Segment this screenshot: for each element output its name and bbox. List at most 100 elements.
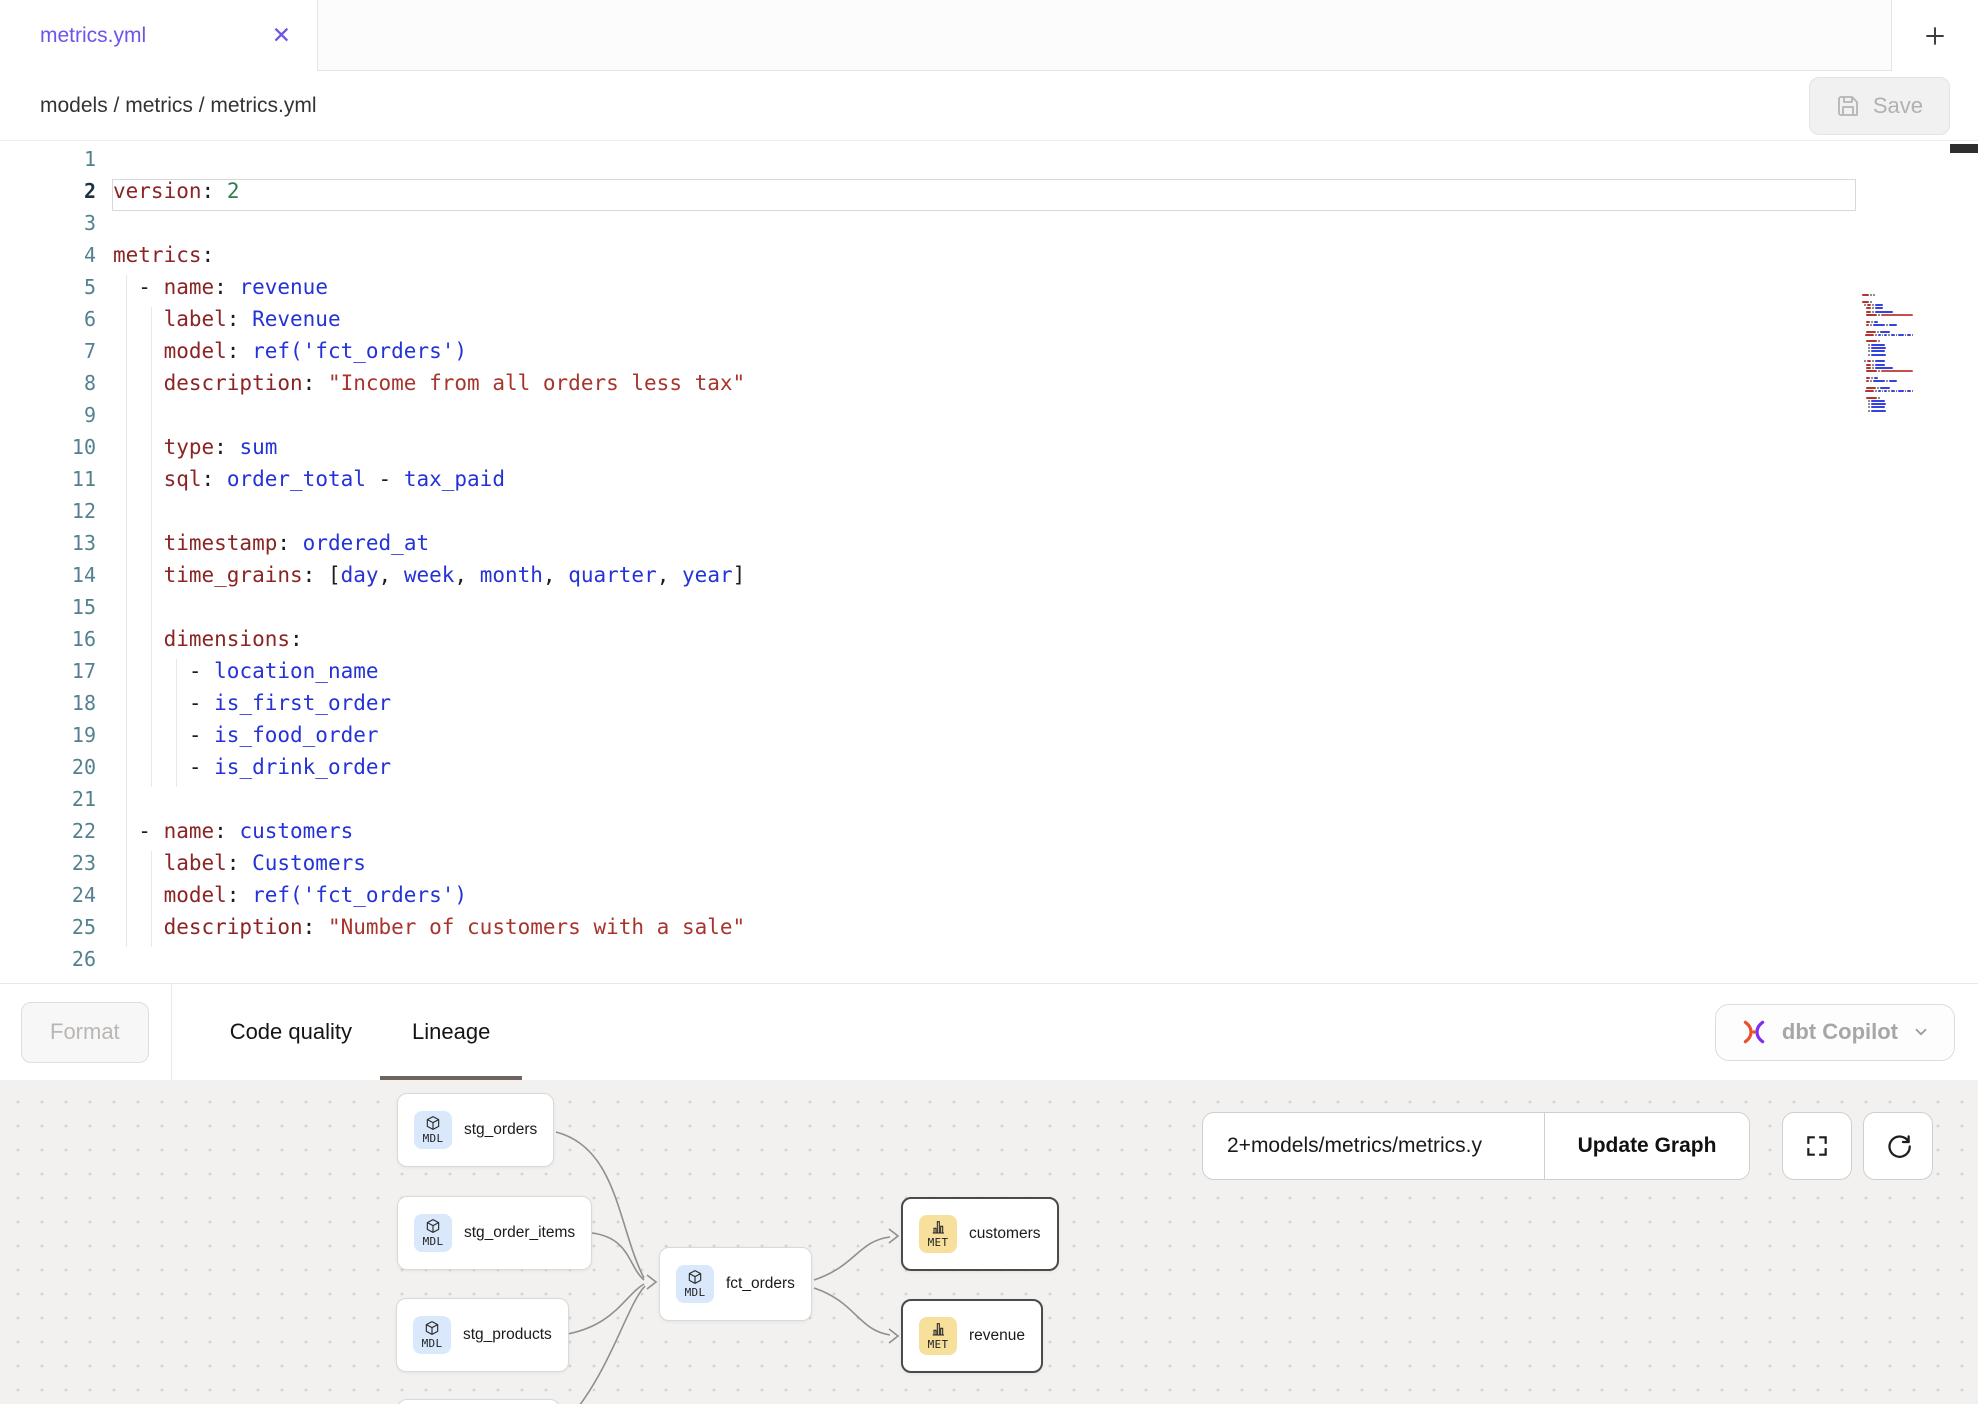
code-text: description: "Number of customers with a… [113, 915, 745, 939]
lineage-node-stg_orders[interactable]: MDLstg_orders [397, 1093, 554, 1167]
code-line[interactable]: dimensions: [112, 627, 1856, 659]
code-line[interactable] [112, 947, 1856, 979]
lineage-controls: Update Graph [1202, 1112, 1750, 1180]
dbt-copilot-button[interactable]: dbt Copilot [1715, 1004, 1955, 1061]
bottom-toolbar: Format Code quality Lineage dbt Copilot [0, 983, 1978, 1080]
lineage-node-customers[interactable]: METcustomers [901, 1197, 1059, 1271]
file-header-row: models / metrics / metrics.yml Save [0, 71, 1978, 141]
code-line[interactable] [112, 403, 1856, 435]
code-line[interactable]: model: ref('fct_orders') [112, 883, 1856, 915]
lineage-node-stg_products[interactable]: MDLstg_products [396, 1298, 569, 1372]
line-number: 11 [0, 467, 96, 499]
code-line[interactable]: version: 2 [112, 179, 1856, 211]
minimap-row [1862, 406, 1914, 408]
indent-guide [126, 691, 127, 723]
line-number: 5 [0, 275, 96, 307]
bar-chart-icon [930, 1321, 946, 1337]
lineage-node-fct_orders[interactable]: MDL fct_orders [659, 1247, 812, 1321]
line-number: 12 [0, 499, 96, 531]
indent-guide [126, 755, 127, 787]
indent-guide [126, 563, 127, 595]
code-text: version: 2 [113, 179, 239, 203]
indent-guide [176, 659, 177, 691]
tab-code-quality[interactable]: Code quality [230, 984, 352, 1080]
bar-chart-icon [930, 1219, 946, 1235]
badge-label: MDL [422, 1337, 443, 1350]
tab-metrics-yml[interactable]: metrics.yml ✕ [0, 0, 318, 71]
metric-badge: MET [919, 1215, 957, 1253]
code-line[interactable]: - is_food_order [112, 723, 1856, 755]
code-line[interactable] [112, 595, 1856, 627]
code-text: - location_name [113, 659, 379, 683]
code-text: model: ref('fct_orders') [113, 883, 467, 907]
minimap-row [1862, 307, 1914, 309]
save-button[interactable]: Save [1809, 77, 1950, 135]
indent-guide [176, 755, 177, 787]
code-line[interactable]: - is_drink_order [112, 755, 1856, 787]
code-line[interactable] [112, 787, 1856, 819]
code-line[interactable]: description: "Number of customers with a… [112, 915, 1856, 947]
code-lines[interactable]: version: 2 metrics: - name: revenue label… [112, 147, 1856, 979]
format-button[interactable]: Format [21, 1002, 149, 1063]
cube-icon [425, 1218, 441, 1234]
node-label: revenue [969, 1327, 1025, 1345]
indent-guide [126, 435, 127, 467]
minimap[interactable] [1862, 291, 1914, 413]
tab-strip-empty [318, 0, 1891, 71]
code-line[interactable]: time_grains: [day, week, month, quarter,… [112, 563, 1856, 595]
code-line[interactable]: - name: revenue [112, 275, 1856, 307]
indent-guide [126, 531, 127, 563]
line-number: 3 [0, 211, 96, 243]
code-line[interactable]: description: "Income from all orders les… [112, 371, 1856, 403]
code-line[interactable]: label: Customers [112, 851, 1856, 883]
code-line[interactable]: - location_name [112, 659, 1856, 691]
tab-code-quality-label: Code quality [230, 1019, 352, 1045]
update-graph-button[interactable]: Update Graph [1545, 1113, 1749, 1179]
badge-label: MDL [685, 1286, 706, 1299]
code-line[interactable]: metrics: [112, 243, 1856, 275]
lineage-node-stg_order_items[interactable]: MDLstg_order_items [397, 1196, 592, 1270]
minimap-row [1862, 340, 1914, 342]
lineage-canvas[interactable]: MDLstg_orders MDLstg_order_items MDLstg_pr… [0, 1080, 1978, 1404]
lineage-filter-input[interactable] [1203, 1113, 1544, 1179]
badge-label: MET [928, 1338, 949, 1351]
minimap-row [1862, 301, 1914, 303]
code-line[interactable]: model: ref('fct_orders') [112, 339, 1856, 371]
code-line[interactable] [112, 211, 1856, 243]
lineage-node-partial_node[interactable]: MDL [397, 1399, 560, 1404]
copilot-sparkle-icon [1740, 1018, 1768, 1046]
lineage-node-revenue[interactable]: MET revenue [901, 1299, 1043, 1373]
code-line[interactable] [112, 499, 1856, 531]
indent-guide [126, 627, 127, 659]
minimap-row [1862, 370, 1914, 372]
indent-guide [126, 883, 127, 915]
indent-guide [151, 595, 152, 627]
cube-icon [424, 1320, 440, 1336]
line-number: 13 [0, 531, 96, 563]
code-editor[interactable]: 1234567891011121314151617181920212223242… [0, 141, 1978, 983]
chevron-down-icon [1912, 1023, 1930, 1041]
code-text: type: sum [113, 435, 277, 459]
node-label: fct_orders [726, 1275, 795, 1293]
code-text: - is_food_order [113, 723, 379, 747]
code-line[interactable] [112, 147, 1856, 179]
plus-icon [1922, 23, 1948, 49]
line-number: 24 [0, 883, 96, 915]
code-line[interactable]: type: sum [112, 435, 1856, 467]
code-line[interactable]: label: Revenue [112, 307, 1856, 339]
code-line[interactable]: sql: order_total - tax_paid [112, 467, 1856, 499]
indent-guide [176, 691, 177, 723]
scrollbar-thumb[interactable] [1950, 144, 1978, 153]
indent-guide [151, 851, 152, 883]
new-tab-button[interactable] [1891, 0, 1978, 71]
minimap-row [1862, 334, 1914, 336]
code-line[interactable]: - is_first_order [112, 691, 1856, 723]
code-line[interactable]: - name: customers [112, 819, 1856, 851]
badge-label: MDL [423, 1235, 444, 1248]
close-icon[interactable]: ✕ [272, 24, 291, 47]
code-line[interactable]: timestamp: ordered_at [112, 531, 1856, 563]
tab-lineage[interactable]: Lineage [412, 984, 490, 1080]
fullscreen-button[interactable] [1782, 1112, 1852, 1180]
refresh-button[interactable] [1863, 1112, 1933, 1180]
minimap-row [1862, 357, 1914, 359]
